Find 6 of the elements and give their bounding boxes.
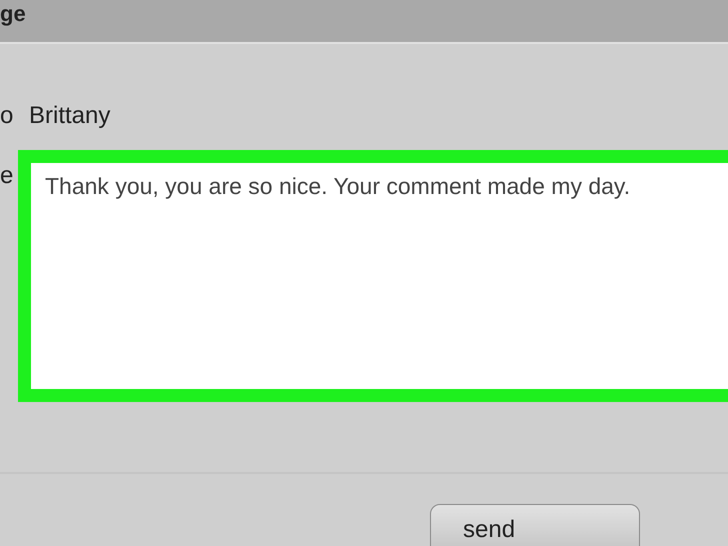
send-button[interactable]: send — [430, 504, 640, 546]
recipient-name: Brittany — [29, 102, 110, 130]
window-title: ge — [0, 2, 26, 26]
field-label: o — [0, 102, 14, 130]
field-label: e — [0, 162, 14, 190]
message-field[interactable]: Thank you, you are so nice. Your comment made my day. — [18, 150, 728, 402]
